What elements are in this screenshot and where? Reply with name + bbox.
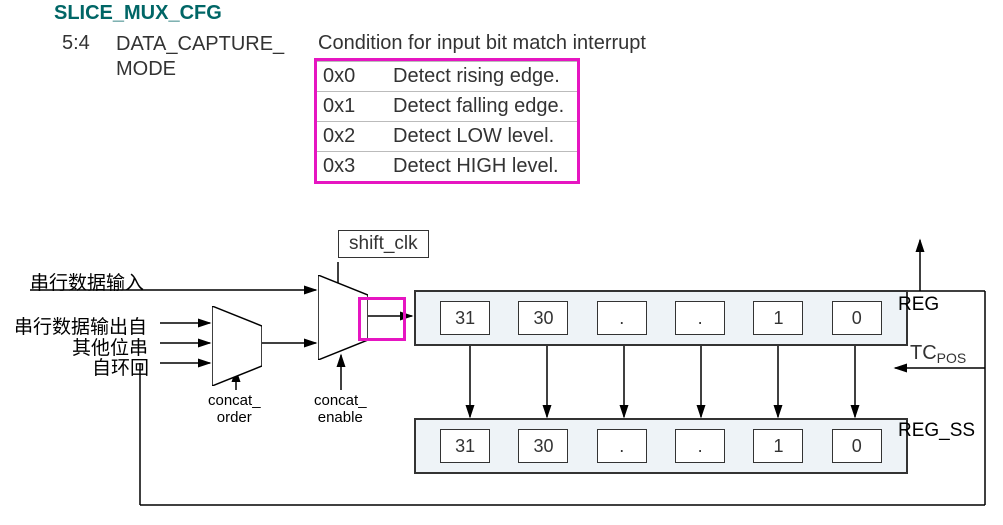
field-name-line1: DATA_CAPTURE_: [116, 33, 284, 55]
option-row: 0x1 Detect falling edge.: [317, 92, 577, 122]
option-key: 0x3: [323, 155, 393, 178]
regss-cell: 30: [518, 429, 568, 463]
field-description: Condition for input bit match interrupt: [318, 32, 646, 55]
regss-cell: 31: [440, 429, 490, 463]
option-key: 0x0: [323, 65, 393, 88]
reg-cell: .: [675, 301, 725, 335]
mux1-control-label: concat_ order: [208, 392, 261, 426]
field-name-line2: MODE: [116, 58, 176, 80]
tc-sub: POS: [937, 350, 967, 366]
tc-main: TC: [910, 342, 937, 364]
option-row: 0x2 Detect LOW level.: [317, 122, 577, 152]
reg-ss-label: REG_SS: [898, 420, 975, 442]
option-key: 0x1: [323, 95, 393, 118]
field-name: DATA_CAPTURE_ MODE: [116, 32, 284, 82]
serial-data-in-label: 串行数据输入: [30, 268, 144, 295]
regss-cell: .: [597, 429, 647, 463]
regss-cell: .: [675, 429, 725, 463]
option-row: 0x0 Detect rising edge.: [317, 61, 577, 92]
block-diagram: shift_clk 串行数据输入 串行数据输出自 其他位串 自环回 concat…: [0, 220, 1003, 525]
mux-concat-order: [212, 306, 262, 386]
option-row: 0x3 Detect HIGH level.: [317, 152, 577, 181]
option-val: Detect falling edge.: [393, 95, 564, 118]
wires-svg: [0, 220, 1003, 525]
regss-cell: 0: [832, 429, 882, 463]
reg-cell: 31: [440, 301, 490, 335]
shift-clk-label: shift_clk: [338, 230, 429, 258]
tc-pos-label: TCPOS: [910, 342, 966, 365]
regss-cell: 1: [753, 429, 803, 463]
mux2-control-label: concat_ enable: [314, 392, 367, 426]
option-val: Detect LOW level.: [393, 125, 554, 148]
reg-cell: 1: [753, 301, 803, 335]
register-name-heading: SLICE_MUX_CFG: [54, 2, 222, 25]
option-val: Detect rising edge.: [393, 65, 560, 88]
reg-block: 31 30 . . 1 0: [414, 290, 908, 346]
reg-input-highlight-box: [358, 297, 406, 341]
reg-cell: 30: [518, 301, 568, 335]
option-key: 0x2: [323, 125, 393, 148]
option-val: Detect HIGH level.: [393, 155, 559, 178]
mux1-input3-label: 自环回: [92, 353, 149, 380]
options-highlight-box: 0x0 Detect rising edge. 0x1 Detect falli…: [314, 58, 580, 184]
reg-ss-block: 31 30 . . 1 0: [414, 418, 908, 474]
field-bits: 5:4: [62, 32, 90, 55]
reg-label: REG: [898, 294, 939, 316]
reg-cell: 0: [832, 301, 882, 335]
reg-cell: .: [597, 301, 647, 335]
